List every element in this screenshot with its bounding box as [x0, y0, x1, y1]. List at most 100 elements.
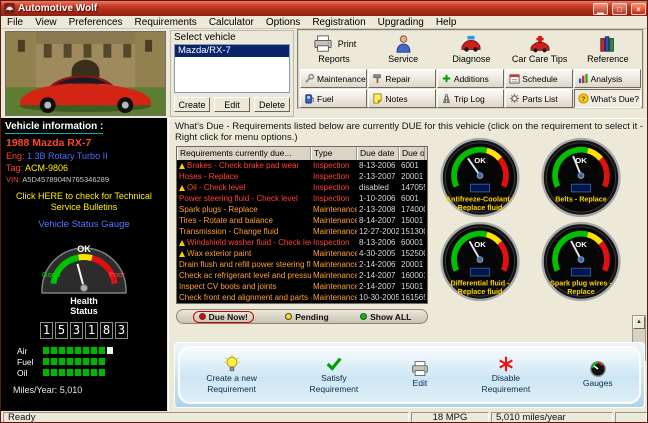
delete-vehicle-button[interactable]: Delete [254, 97, 290, 112]
reference-button[interactable]: Reference [574, 31, 642, 68]
gauge-ok-label: OK [575, 240, 587, 249]
gauge-antifreeze[interactable]: OK Antifreeze-Coolant - Replace fluid [432, 137, 528, 218]
column-header-due-date[interactable]: Due date [357, 147, 399, 160]
gear-icon [509, 93, 520, 104]
column-header-type[interactable]: Type [311, 147, 357, 160]
close-button[interactable]: × [631, 3, 646, 15]
menu-upgrading[interactable]: Upgrading [372, 17, 430, 28]
diagnose-button[interactable]: Diagnose [437, 31, 505, 68]
maximize-button[interactable]: □ [612, 3, 627, 15]
health-good-label: Good [42, 270, 60, 279]
gauge-belts[interactable]: OK Belts - Replace [533, 137, 629, 218]
table-row[interactable]: Check front end alignment and parts ...M… [177, 292, 427, 303]
tab-schedule[interactable]: Schedule [505, 69, 572, 88]
gauges-button[interactable]: Gauges [583, 360, 613, 390]
menu-options[interactable]: Options [260, 17, 306, 28]
show-all-radio[interactable] [360, 313, 367, 320]
fluid-level-indicators: Air Fuel Oil [17, 346, 167, 377]
odometer-display: 1 5 3 1 8 3 [1, 322, 167, 339]
menu-registration[interactable]: Registration [306, 17, 371, 28]
menu-bar: File View Preferences Requirements Calcu… [1, 16, 648, 29]
minimize-button[interactable]: ▁ [593, 3, 608, 15]
health-caption-line2: Status [1, 306, 167, 317]
menu-file[interactable]: File [1, 17, 29, 28]
table-row[interactable]: Transmission - Change fluidMaintenance12… [177, 226, 427, 237]
tab-maintenance[interactable]: Maintenance [300, 69, 367, 88]
vehicle-list-item[interactable]: Mazda/RX-7 [175, 45, 289, 57]
reference-label: Reference [587, 54, 629, 64]
vehicle-listbox[interactable]: Mazda/RX-7 [174, 44, 290, 93]
air-indicator-row: Air [17, 346, 167, 355]
requirement-type: Maintenance [311, 216, 357, 225]
disable-icon [497, 355, 515, 373]
table-row[interactable]: Tires - Rotate and balanceMaintenance8-1… [177, 215, 427, 226]
requirement-due-date: 2-13-2008 [357, 205, 399, 214]
status-gauges-grid: OK Antifreeze-Coolant - Replace fluid OK… [429, 135, 631, 303]
filter-show-all[interactable]: Show ALL [360, 312, 411, 322]
service-button[interactable]: Service [369, 31, 437, 68]
requirement-due-date: 8-14-2007 [357, 216, 399, 225]
filter-due-now[interactable]: Due Now! [193, 311, 254, 323]
table-row[interactable]: Spark plugs - ReplaceMaintenance2-13-200… [177, 204, 427, 215]
table-row[interactable]: Power steering fluid - Check levelInspec… [177, 193, 427, 204]
menu-calculator[interactable]: Calculator [203, 17, 260, 28]
reports-label[interactable]: Reports [318, 54, 350, 64]
pending-radio[interactable] [285, 313, 292, 320]
scroll-up-arrow[interactable]: ▲ [633, 316, 645, 329]
odometer-digit: 3 [70, 322, 83, 339]
table-row[interactable]: Check ac refrigerant level and pressureM… [177, 270, 427, 281]
table-row[interactable]: Windshield washer fluid - Check levelIns… [177, 237, 427, 248]
requirement-name: Windshield washer fluid - Check level [187, 238, 311, 247]
window-title: Automotive Wolf [18, 3, 589, 14]
menu-view[interactable]: View [29, 17, 63, 28]
menu-preferences[interactable]: Preferences [63, 17, 129, 28]
tsb-link[interactable]: Click HERE to check for Technical Servic… [9, 191, 159, 214]
requirement-name: Power steering fluid - Check level [179, 194, 298, 203]
miles-year-value: 5,010 [60, 385, 83, 395]
hammer-icon [372, 73, 383, 84]
table-row[interactable]: Wax exterior paintMaintenance4-30-200515… [177, 248, 427, 259]
table-row[interactable]: Drain flush and refill power steering fl… [177, 259, 427, 270]
engine-line: Eng: 1.3B Rotary Turbo II [6, 151, 167, 161]
print-reports-buttons[interactable]: Print Reports [299, 31, 369, 68]
tab-parts-list[interactable]: Parts List [505, 89, 572, 108]
odometer-digit: 1 [85, 322, 98, 339]
action-label-line1: Edit [413, 379, 428, 389]
vehicle-info-panel: Vehicle information : 1988 Mazda RX-7 En… [1, 118, 167, 411]
gauge-differential[interactable]: OK Differential fluid - Replace fluid [432, 221, 528, 302]
tab-notes[interactable]: Notes [368, 89, 435, 108]
create-requirement-button[interactable]: Create a new Requirement [206, 355, 257, 395]
print-label[interactable]: Print [338, 39, 357, 49]
column-header-due-odom[interactable]: Due odom... [399, 147, 425, 160]
edit-vehicle-button[interactable]: Edit [214, 97, 250, 112]
edit-requirement-button[interactable]: Edit [411, 360, 429, 390]
bar-chart-icon [578, 73, 589, 84]
menu-requirements[interactable]: Requirements [129, 17, 203, 28]
requirement-due-odom: 6001 [399, 161, 425, 170]
due-now-radio[interactable] [199, 313, 206, 320]
tab-fuel[interactable]: Fuel [300, 89, 367, 108]
diagnose-label: Diagnose [452, 54, 490, 64]
disable-requirement-button[interactable]: Disable Requirement [482, 355, 531, 395]
service-label: Service [388, 54, 418, 64]
filter-pending[interactable]: Pending [285, 312, 329, 322]
create-vehicle-button[interactable]: Create [174, 97, 210, 112]
odometer-digit: 3 [115, 322, 128, 339]
satisfy-requirement-button[interactable]: Satisfy Requirement [310, 355, 359, 395]
table-row[interactable]: Brakes - Check brake pad wearInspection8… [177, 160, 427, 171]
tab-repair[interactable]: Repair [368, 69, 435, 88]
table-header-row: Requirements currently due... Type Due d… [177, 147, 427, 160]
table-row[interactable]: Oil - Check levelInspectiondisabled14705… [177, 182, 427, 193]
status-bar: Ready 18 MPG 5,010 miles/year [1, 411, 648, 423]
tab-analysis[interactable]: Analysis [574, 69, 641, 88]
car-care-tips-button[interactable]: Car Care Tips [506, 31, 574, 68]
tab-additions[interactable]: Additions [437, 69, 504, 88]
diagnose-icon [459, 35, 483, 53]
table-row[interactable]: Inspect CV boots and jointsMaintenance2-… [177, 281, 427, 292]
column-header-name[interactable]: Requirements currently due... [177, 147, 311, 160]
table-row[interactable]: Hoses - ReplaceInspection2-13-200720001 [177, 171, 427, 182]
menu-help[interactable]: Help [430, 17, 463, 28]
tab-trip-log[interactable]: Trip Log [437, 89, 504, 108]
tab-whats-due[interactable]: ? What's Due? [574, 89, 641, 108]
gauge-spark-plug-wires[interactable]: OK Spark plug wires - Replace [533, 221, 629, 302]
